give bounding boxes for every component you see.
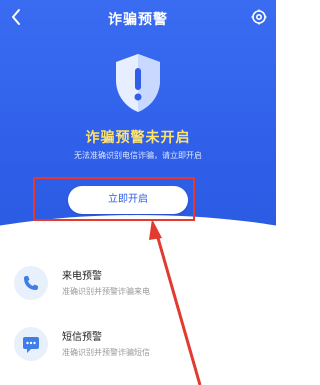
warning-shield-icon	[112, 52, 164, 114]
phone-icon	[14, 266, 48, 300]
warning-description: 无法准确识别电信诈骗，请立即开启	[74, 151, 202, 160]
message-icon	[14, 327, 48, 361]
top-bar: 诈骗预警	[0, 0, 276, 38]
warning-status-text: 诈骗预警未开启	[85, 130, 191, 146]
feature-call-warning[interactable]: 来电预警 准确识别并预警诈骗来电	[14, 264, 264, 304]
page-title: 诈骗预警	[108, 12, 168, 28]
feature-title: 来电预警	[62, 271, 102, 282]
feature-sms-warning[interactable]: 短信预警 准确识别并预警诈骗短信	[14, 325, 264, 365]
feature-description: 准确识别并预警诈骗短信	[62, 348, 150, 357]
annotation-highlight-box	[33, 177, 195, 221]
feature-description: 准确识别并预警诈骗来电	[62, 287, 150, 296]
gear-icon[interactable]	[250, 8, 268, 26]
hero-curve	[0, 215, 276, 262]
feature-title: 短信预警	[62, 332, 102, 343]
